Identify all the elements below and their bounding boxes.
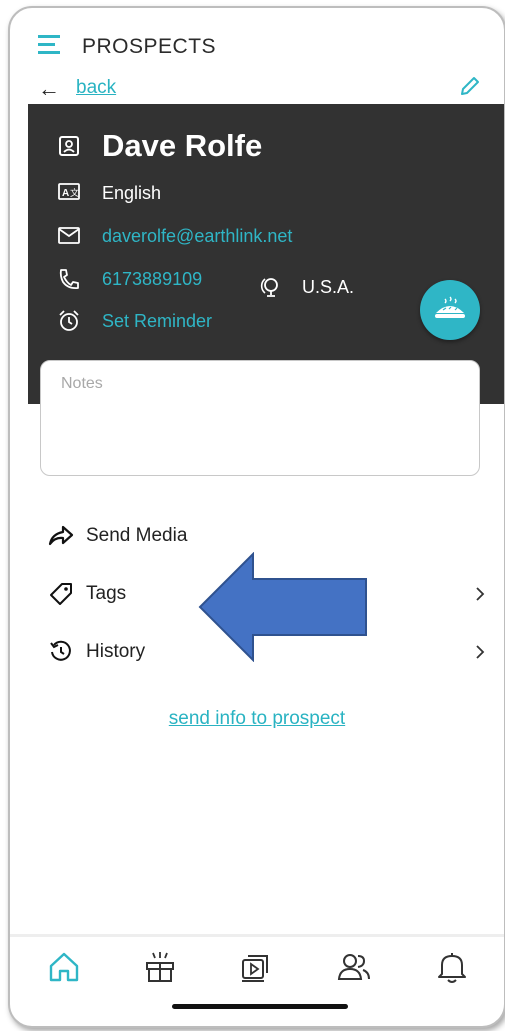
chevron-right-icon — [476, 645, 485, 659]
nav-media[interactable] — [236, 945, 276, 989]
tags-label: Tags — [86, 583, 127, 604]
header: PROSPECTS ← back — [10, 8, 504, 104]
svg-text:A: A — [62, 188, 69, 199]
name-row: Dave Rolfe — [58, 128, 262, 164]
country-row: U.S.A. — [260, 276, 354, 298]
contact-card: Dave Rolfe A文 English U.S.A. daverolfe@e… — [28, 104, 504, 404]
globe-icon — [260, 276, 282, 298]
pie-action-button[interactable] — [420, 280, 480, 340]
annotation-arrow-icon — [198, 552, 367, 662]
gift-icon — [146, 952, 174, 982]
phone-icon — [58, 268, 80, 290]
back-link[interactable]: back — [76, 77, 116, 99]
notes-textarea[interactable] — [59, 373, 463, 467]
page-title: PROSPECTS — [82, 35, 217, 58]
reminder-row[interactable]: Set Reminder — [58, 310, 212, 332]
nav-gifts[interactable] — [140, 945, 180, 989]
send-media-row[interactable]: Send Media — [48, 516, 488, 556]
back-arrow-icon[interactable]: ← — [38, 78, 60, 100]
email-row[interactable]: daverolfe@earthlink.net — [58, 225, 292, 247]
hamburger-menu-icon[interactable] — [38, 34, 64, 56]
phone-frame: PROSPECTS ← back Dave Rolfe A文 English U… — [8, 6, 505, 1028]
contact-country: U.S.A. — [302, 276, 355, 297]
history-icon — [48, 639, 74, 665]
contact-card-icon — [58, 135, 80, 157]
bell-icon — [438, 953, 466, 983]
translate-icon: A文 — [58, 182, 80, 204]
mail-icon — [58, 225, 80, 247]
home-indicator[interactable] — [172, 1004, 348, 1009]
alarm-clock-icon — [58, 310, 80, 332]
users-icon — [337, 954, 370, 980]
history-label: History — [86, 641, 146, 662]
nav-contacts[interactable] — [334, 945, 374, 989]
set-reminder-link[interactable]: Set Reminder — [102, 311, 212, 332]
contact-language: English — [102, 182, 162, 203]
pie-icon — [435, 296, 465, 318]
language-row: A文 English — [58, 182, 161, 204]
media-icon — [242, 955, 268, 982]
svg-text:文: 文 — [70, 187, 79, 198]
nav-notifications[interactable] — [432, 945, 472, 989]
home-icon — [49, 952, 79, 982]
chevron-right-icon — [476, 587, 485, 601]
tag-icon — [48, 581, 74, 607]
phone-row[interactable]: 6173889109 — [58, 268, 202, 290]
bottom-nav — [10, 934, 504, 1001]
share-arrow-icon — [48, 523, 74, 549]
send-media-label: Send Media — [86, 525, 188, 546]
notes-box[interactable] — [40, 360, 480, 476]
contact-phone[interactable]: 6173889109 — [102, 269, 202, 290]
send-info-link[interactable]: send info to prospect — [10, 708, 504, 730]
contact-name: Dave Rolfe — [102, 128, 263, 163]
contact-email[interactable]: daverolfe@earthlink.net — [102, 226, 292, 247]
nav-home[interactable] — [44, 945, 84, 989]
pencil-icon[interactable] — [458, 74, 482, 98]
